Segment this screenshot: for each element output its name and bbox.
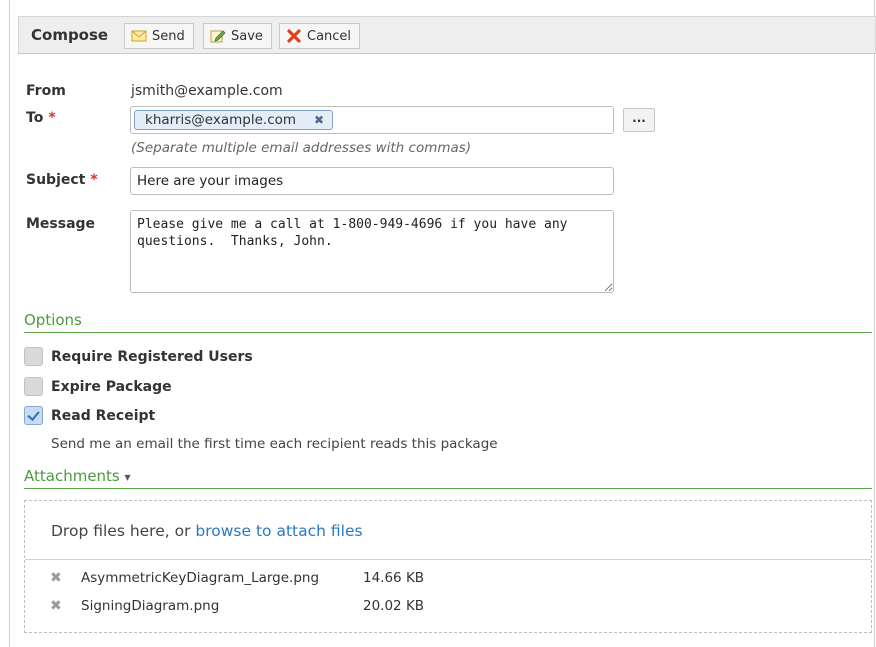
send-button-label: Send <box>152 28 185 44</box>
attachment-filename: AsymmetricKeyDiagram_Large.png <box>81 570 320 586</box>
attachment-size: 20.02 KB <box>363 598 425 614</box>
attachment-drop-zone[interactable]: Drop files here, or browse to attach fil… <box>24 500 872 633</box>
drop-text: Drop files here, or browse to attach fil… <box>51 522 363 540</box>
remove-attachment-icon[interactable]: ✖ <box>50 598 62 614</box>
subject-input-value: Here are your images <box>137 173 284 189</box>
attachments-section-header[interactable]: Attachments ▾ <box>24 467 872 489</box>
edit-note-icon <box>210 29 226 43</box>
drop-area[interactable]: Drop files here, or browse to attach fil… <box>25 501 871 560</box>
from-label: From <box>26 83 66 99</box>
red-x-icon <box>286 29 302 43</box>
send-button[interactable]: Send <box>124 23 194 49</box>
save-button-label: Save <box>231 28 263 44</box>
attachment-row: ✖ AsymmetricKeyDiagram_Large.png 14.66 K… <box>25 569 871 591</box>
to-label: To * <box>26 110 56 126</box>
options-title: Options <box>24 311 82 329</box>
attachment-filename: SigningDiagram.png <box>81 598 220 614</box>
remove-attachment-icon[interactable]: ✖ <box>50 570 62 586</box>
read-receipt-checkbox[interactable] <box>24 406 43 425</box>
required-marker: * <box>90 172 98 188</box>
subject-label: Subject * <box>26 172 98 188</box>
expire-package-checkbox[interactable] <box>24 377 43 396</box>
option-label: Expire Package <box>51 378 172 395</box>
chevron-down-icon: ▾ <box>124 470 131 484</box>
envelope-icon <box>131 29 147 43</box>
required-marker: * <box>48 110 56 126</box>
message-label: Message <box>26 216 96 232</box>
require-registered-checkbox[interactable] <box>24 347 43 366</box>
option-expire-package[interactable]: Expire Package <box>24 377 172 396</box>
options-section-header: Options <box>24 311 872 333</box>
cancel-button[interactable]: Cancel <box>279 23 361 49</box>
read-receipt-description: Send me an email the first time each rec… <box>51 436 498 452</box>
subject-input[interactable]: Here are your images <box>130 167 614 195</box>
option-label: Read Receipt <box>51 407 156 424</box>
option-read-receipt[interactable]: Read Receipt <box>24 406 155 425</box>
save-button[interactable]: Save <box>203 23 272 49</box>
to-input[interactable]: kharris@example.com ✖ <box>130 106 614 134</box>
remove-recipient-icon[interactable]: ✖ <box>314 113 324 127</box>
compose-toolbar: Compose Send Save Cancel <box>18 16 876 54</box>
option-label: Require Registered Users <box>51 348 253 365</box>
attachment-size: 14.66 KB <box>363 570 425 586</box>
recipient-chip-label: kharris@example.com <box>145 112 297 128</box>
attachments-title[interactable]: Attachments ▾ <box>24 467 131 485</box>
attachment-row: ✖ SigningDiagram.png 20.02 KB <box>25 597 871 619</box>
browse-files-link[interactable]: browse to attach files <box>195 522 362 540</box>
to-hint: (Separate multiple email addresses with … <box>131 140 472 156</box>
cancel-button-label: Cancel <box>307 28 352 44</box>
recipient-chip[interactable]: kharris@example.com ✖ <box>134 110 334 130</box>
toolbar-title: Compose <box>31 26 109 44</box>
option-require-registered-users[interactable]: Require Registered Users <box>24 347 253 366</box>
message-textarea[interactable]: Please give me a call at 1-800-949-4696 … <box>130 210 614 293</box>
from-value: jsmith@example.com <box>131 83 283 99</box>
address-book-button[interactable]: ... <box>623 108 655 132</box>
